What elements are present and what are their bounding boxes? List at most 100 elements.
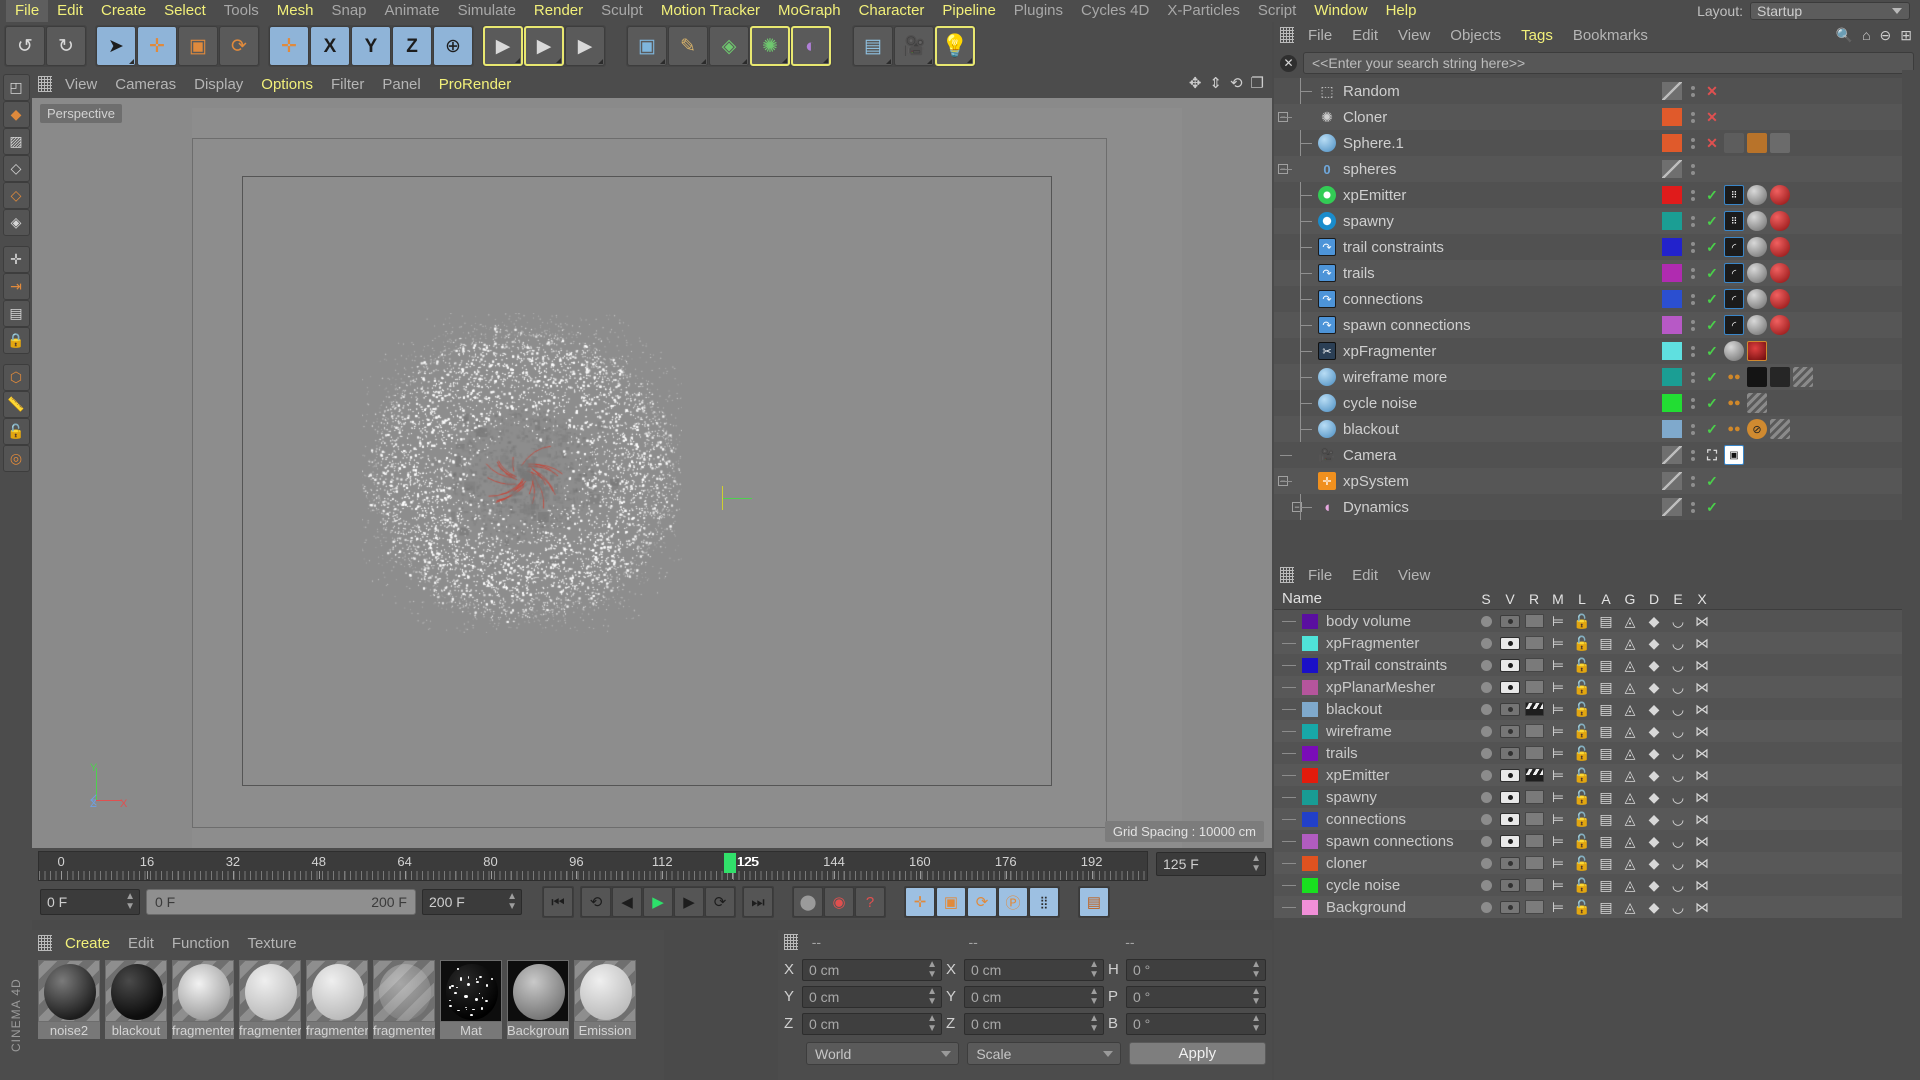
layer-menu-view[interactable]: View bbox=[1388, 567, 1440, 584]
layer-flag-icon[interactable]: ◬ bbox=[1625, 812, 1636, 826]
layer-row[interactable]: connections ⊨ 🔓 ▤ ◬ ◆ ◡ ⋈ bbox=[1274, 808, 1920, 830]
layer-visibility-toggle[interactable] bbox=[1500, 681, 1520, 694]
object-enable-state[interactable]: ✓ bbox=[1703, 239, 1721, 256]
step-forward-button[interactable]: ▶ bbox=[674, 887, 704, 917]
viewport-menu-filter[interactable]: Filter bbox=[322, 76, 373, 93]
layer-render-toggle[interactable] bbox=[1525, 856, 1544, 870]
tool-edges-mode[interactable]: ◇ bbox=[3, 182, 30, 209]
layer-flag-icon[interactable]: ⋈ bbox=[1695, 878, 1709, 892]
layer-flag-cell-e[interactable]: ◡ bbox=[1666, 746, 1690, 760]
layer-row[interactable]: xpPlanarMesher ⊨ 🔓 ▤ ◬ ◆ ◡ ⋈ bbox=[1274, 676, 1920, 698]
rotate-tool[interactable]: ⟳ bbox=[219, 26, 259, 66]
layer-row[interactable]: Background ⊨ 🔓 ▤ ◬ ◆ ◡ ⋈ bbox=[1274, 896, 1920, 918]
layer-flag-icon[interactable]: ⊨ bbox=[1552, 724, 1564, 738]
stepper-icon[interactable]: ▲ ▼ bbox=[927, 1014, 937, 1034]
layer-flag-cell-d[interactable]: ◆ bbox=[1642, 834, 1666, 848]
layer-flag-cell-g[interactable]: ◬ bbox=[1618, 790, 1642, 804]
layer-name-cell[interactable]: trails bbox=[1274, 745, 1474, 762]
material-item[interactable]: blackout bbox=[105, 960, 167, 1039]
mograph-cloner-button[interactable]: ✺ bbox=[750, 26, 790, 66]
tool-model-mode[interactable]: ◆ bbox=[3, 101, 30, 128]
layer-solo-toggle[interactable] bbox=[1481, 616, 1492, 627]
menu-item-tools[interactable]: Tools bbox=[215, 0, 268, 22]
object-row[interactable]: ⬚ Random ✕ bbox=[1274, 78, 1904, 104]
object-enable-state[interactable]: ✕ bbox=[1703, 109, 1721, 126]
layer-flag-cell-a[interactable]: ▤ bbox=[1594, 724, 1618, 738]
tool-polygons-mode[interactable]: ◈ bbox=[3, 209, 30, 236]
object-row[interactable]: xpEmitter ✓ ⠿ bbox=[1274, 182, 1904, 208]
layer-flag-cell-d[interactable]: ◆ bbox=[1642, 768, 1666, 782]
layer-flag-cell-l[interactable]: 🔓 bbox=[1570, 702, 1594, 716]
layer-flag-icon[interactable]: ▤ bbox=[1599, 812, 1612, 826]
stepper-icon[interactable]: ▲ ▼ bbox=[927, 960, 937, 980]
layer-flag-icon[interactable]: ⊨ bbox=[1552, 790, 1564, 804]
layer-flag-icon[interactable]: ▤ bbox=[1599, 636, 1612, 650]
layer-flag-cell-m[interactable]: ⊨ bbox=[1546, 746, 1570, 760]
object-visibility-dots[interactable] bbox=[1688, 424, 1698, 435]
panel-grip-icon[interactable] bbox=[38, 76, 52, 92]
object-enable-state[interactable]: ✓ bbox=[1703, 265, 1721, 282]
object-visibility-dots[interactable] bbox=[1688, 346, 1698, 357]
object-name[interactable]: Cloner bbox=[1343, 109, 1904, 126]
layer-row[interactable]: cloner ⊨ 🔓 ▤ ◬ ◆ ◡ ⋈ bbox=[1274, 852, 1920, 874]
layer-render-toggle[interactable] bbox=[1525, 614, 1544, 628]
xpsystem-icon[interactable]: ✛ bbox=[1318, 472, 1336, 490]
layer-row[interactable]: spawn connections ⊨ 🔓 ▤ ◬ ◆ ◡ ⋈ bbox=[1274, 830, 1920, 852]
object-layer-color[interactable] bbox=[1662, 472, 1682, 490]
layer-flag-cell-d[interactable]: ◆ bbox=[1642, 724, 1666, 738]
xpspawn-icon[interactable] bbox=[1318, 212, 1336, 230]
layer-render-toggle[interactable] bbox=[1525, 878, 1544, 892]
sphere-tag[interactable] bbox=[1747, 315, 1767, 335]
layer-solo-toggle[interactable] bbox=[1481, 748, 1492, 759]
material-thumbnail[interactable] bbox=[105, 960, 167, 1022]
layer-render-toggle[interactable] bbox=[1525, 636, 1544, 650]
layer-render-cell[interactable] bbox=[1522, 702, 1546, 716]
null-object-icon[interactable]: 0 bbox=[1318, 160, 1336, 178]
layer-flag-cell-d[interactable]: ◆ bbox=[1642, 790, 1666, 804]
scale-key-button[interactable]: ▣ bbox=[936, 887, 966, 917]
point-level-animation-button[interactable]: ⣿ bbox=[1029, 887, 1059, 917]
layer-flag-cell-l[interactable]: 🔓 bbox=[1570, 856, 1594, 870]
object-layer-color[interactable] bbox=[1662, 498, 1682, 516]
layer-flag-icon[interactable]: ◬ bbox=[1625, 834, 1636, 848]
object-row[interactable]: Sphere.1 ✕ bbox=[1274, 130, 1904, 156]
object-name[interactable]: wireframe more bbox=[1343, 369, 1904, 386]
material-tag[interactable]: ●● bbox=[1724, 419, 1744, 439]
object-layer-color[interactable] bbox=[1662, 134, 1682, 152]
layer-color-swatch[interactable] bbox=[1302, 702, 1318, 717]
layer-flag-icon[interactable]: ⋈ bbox=[1695, 856, 1709, 870]
layer-color-swatch[interactable] bbox=[1302, 724, 1318, 739]
layer-flag-cell-a[interactable]: ▤ bbox=[1594, 768, 1618, 782]
step-back-button[interactable]: ◀ bbox=[612, 887, 642, 917]
layer-color-swatch[interactable] bbox=[1302, 768, 1318, 783]
layer-flag-cell-e[interactable]: ◡ bbox=[1666, 790, 1690, 804]
menu-item-render[interactable]: Render bbox=[525, 0, 592, 22]
object-row[interactable]: blackout ✓ ●● ⊘ bbox=[1274, 416, 1904, 442]
layer-solo-toggle[interactable] bbox=[1481, 902, 1492, 913]
layer-name-cell[interactable]: xpEmitter bbox=[1274, 767, 1474, 784]
layer-flag-icon[interactable]: ▤ bbox=[1599, 614, 1612, 628]
sphere-tag[interactable] bbox=[1747, 211, 1767, 231]
layer-flag-cell-l[interactable]: 🔓 bbox=[1570, 900, 1594, 914]
layer-flag-cell-e[interactable]: ◡ bbox=[1666, 856, 1690, 870]
world-coordinate-system[interactable]: ⊕ bbox=[433, 26, 473, 66]
layer-render-toggle[interactable] bbox=[1525, 658, 1544, 672]
curve-tag[interactable]: ◜ bbox=[1724, 289, 1744, 309]
layer-flag-icon[interactable]: ▤ bbox=[1599, 724, 1612, 738]
clear-search-icon[interactable]: ✕ bbox=[1280, 55, 1297, 72]
layer-render-cell[interactable] bbox=[1522, 812, 1546, 826]
layer-flag-cell-a[interactable]: ▤ bbox=[1594, 702, 1618, 716]
layer-solo-cell[interactable] bbox=[1474, 726, 1498, 737]
layer-render-toggle[interactable] bbox=[1525, 900, 1544, 914]
layer-name-cell[interactable]: body volume bbox=[1274, 613, 1474, 630]
point-tag[interactable] bbox=[1747, 133, 1767, 153]
tool-measure[interactable]: 📏 bbox=[3, 391, 30, 418]
object-enable-state[interactable]: ✓ bbox=[1703, 213, 1721, 230]
xpfragmenter-icon[interactable]: ✂ bbox=[1318, 342, 1336, 360]
apple-tag[interactable] bbox=[1770, 237, 1790, 257]
play-button[interactable]: ▶ bbox=[643, 887, 673, 917]
object-layer-color[interactable] bbox=[1662, 446, 1682, 464]
spline-pen-button[interactable]: ✎ bbox=[668, 26, 708, 66]
layer-flag-cell-g[interactable]: ◬ bbox=[1618, 724, 1642, 738]
object-enable-state[interactable]: ✓ bbox=[1703, 291, 1721, 308]
